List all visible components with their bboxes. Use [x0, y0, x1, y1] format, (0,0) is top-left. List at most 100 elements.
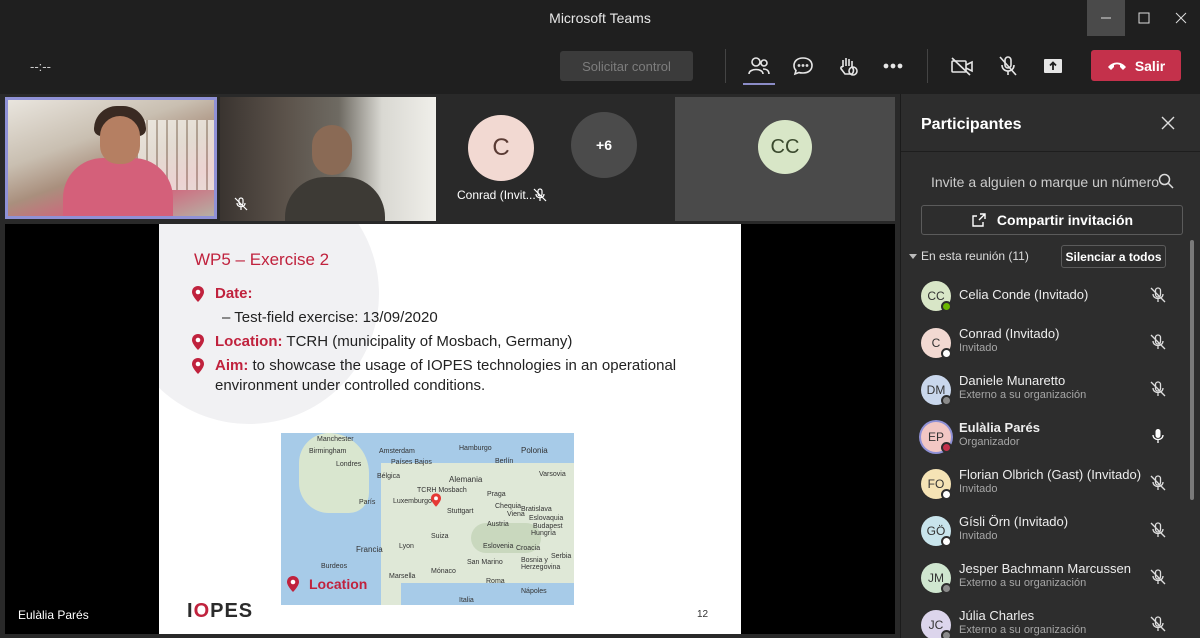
video-tile-cc[interactable]: CC — [675, 97, 895, 221]
search-icon[interactable] — [1158, 173, 1174, 189]
map-place: Luxemburgo — [393, 498, 432, 505]
chat-button[interactable] — [787, 51, 819, 81]
map-place: Varsovia — [539, 471, 566, 478]
scrollbar-thumb[interactable] — [1190, 240, 1194, 500]
close-window-button[interactable] — [1162, 0, 1200, 36]
map-place: Chequia — [495, 503, 522, 510]
mic-off-icon — [999, 56, 1017, 76]
presence-status-icon — [941, 395, 952, 406]
avatar-conrad[interactable]: C — [468, 115, 534, 181]
participant-role: Externo a su organización — [959, 389, 1087, 401]
logo-o: O — [193, 600, 211, 622]
participant-role: Invitado — [959, 342, 998, 354]
mic-off-icon[interactable] — [1149, 380, 1167, 398]
participant-row[interactable]: C Conrad (Invitado) Invitado — [901, 321, 1191, 368]
reactions-button[interactable] — [832, 51, 864, 81]
mic-toggle-button[interactable] — [992, 51, 1024, 81]
location-pin-icon — [192, 358, 204, 374]
mic-off-icon[interactable] — [1149, 333, 1167, 351]
map-place: Suiza — [431, 533, 449, 540]
map-place: Hamburgo — [459, 445, 492, 452]
mic-off-icon[interactable] — [1149, 568, 1167, 586]
share-invitation-label: Compartir invitación — [996, 212, 1134, 228]
participant-role: Invitado — [959, 530, 998, 542]
panel-divider — [901, 151, 1200, 152]
presence-status-icon — [941, 489, 952, 500]
date-detail: – Test-field exercise: 13/09/2020 — [222, 309, 438, 326]
leave-meeting-button[interactable]: Salir — [1091, 50, 1181, 81]
share-invitation-button[interactable]: Compartir invitación — [921, 205, 1183, 235]
map-place: Italia — [459, 597, 474, 604]
map-place: San Marino — [467, 559, 503, 566]
mute-all-button[interactable]: Silenciar a todos — [1061, 245, 1166, 268]
video-tile-presenter[interactable] — [5, 97, 217, 219]
participant-row[interactable]: CC Celia Conde (Invitado) — [901, 274, 1191, 321]
participant-name: Daniele Munaretto — [959, 373, 1066, 388]
camera-toggle-button[interactable] — [946, 51, 978, 81]
minimize-icon — [1101, 17, 1111, 19]
participant-row[interactable]: GÖ Gísli Örn (Invitado) Invitado — [901, 509, 1191, 556]
participant-row[interactable]: DM Daniele Munaretto Externo a su organiza… — [901, 368, 1191, 415]
slide-title: WP5 – Exercise 2 — [194, 250, 330, 269]
meeting-stage: C Conrad (Invit... +6 CC WP5 – Exercise … — [0, 94, 900, 638]
participants-list: CC Celia Conde (Invitado) C Conrad (Invitad… — [901, 274, 1191, 638]
collapse-chevron-icon[interactable] — [909, 254, 917, 259]
avatar-cc: CC — [758, 120, 812, 174]
map-place: Berlín — [495, 458, 514, 465]
minimize-button[interactable] — [1087, 0, 1125, 36]
video-tile-participant[interactable] — [220, 97, 436, 221]
logo-pes: PES — [210, 600, 254, 622]
chat-icon — [793, 57, 813, 76]
participant-row[interactable]: JC Júlia Charles Externo a su organización — [901, 603, 1191, 638]
title-bar: Microsoft Teams — [0, 0, 1200, 37]
map-place: Birmingham — [309, 448, 347, 455]
map-place: Nápoles — [521, 588, 547, 595]
raise-hand-icon — [840, 58, 858, 76]
request-control-button[interactable]: Solicitar control — [560, 51, 693, 81]
participants-panel: Participantes Invite a alguien o marque … — [900, 94, 1200, 638]
person-body — [285, 177, 385, 221]
location-text: TCRH (municipality of Mosbach, Germany) — [286, 333, 573, 350]
maximize-button[interactable] — [1125, 0, 1163, 36]
mic-off-icon[interactable] — [1149, 521, 1167, 539]
aim-text-continued: environment under controlled conditions. — [215, 377, 486, 394]
slide-number: 12 — [697, 609, 709, 620]
date-label: Date: — [215, 285, 253, 302]
participant-row[interactable]: EP Eulàlia Parés Organizador — [901, 415, 1191, 462]
participant-role: Externo a su organización — [959, 577, 1087, 589]
location-pin-icon — [287, 576, 299, 592]
maximize-icon — [1138, 12, 1150, 24]
map-place: Marsella — [389, 573, 416, 580]
participant-row[interactable]: FO Florian Olbrich (Gast) (Invitado) Invit… — [901, 462, 1191, 509]
tile-label-conrad: Conrad (Invit... — [457, 188, 536, 202]
mic-icon[interactable] — [1149, 427, 1167, 445]
close-icon[interactable] — [1159, 114, 1177, 132]
toolbar-divider — [725, 49, 726, 83]
map-place: Viena — [507, 511, 525, 518]
invite-input[interactable]: Invite a alguien o marque un número — [931, 174, 1159, 190]
map-place: Budapest — [533, 523, 563, 530]
participant-row[interactable]: JM Jesper Bachmann Marcussen Externo a su … — [901, 556, 1191, 603]
share-screen-icon — [1044, 59, 1062, 73]
share-icon — [972, 213, 986, 227]
iopes-logo: IOPES — [187, 600, 253, 623]
toolbar-divider — [927, 49, 928, 83]
participant-role: Organizador — [959, 436, 1020, 448]
mic-off-icon[interactable] — [1149, 286, 1167, 304]
map-pin-label: TCRH Mosbach — [417, 487, 467, 494]
mic-off-icon[interactable] — [1149, 615, 1167, 633]
more-options-button[interactable] — [877, 51, 909, 81]
map-place: París — [359, 499, 376, 506]
location-label: Location: — [215, 333, 283, 350]
mic-off-icon[interactable] — [1149, 474, 1167, 492]
presence-status-icon — [941, 630, 952, 638]
map-place: Eslovaquia — [529, 515, 564, 522]
more-icon — [883, 63, 903, 69]
map-place: Roma — [486, 578, 505, 585]
share-screen-button[interactable] — [1037, 51, 1069, 81]
panel-scrollbar[interactable] — [1190, 240, 1194, 638]
person-head — [312, 125, 352, 175]
participants-button[interactable] — [743, 51, 775, 81]
more-participants-badge[interactable]: +6 — [571, 112, 637, 178]
panel-title: Participantes — [921, 116, 1022, 133]
